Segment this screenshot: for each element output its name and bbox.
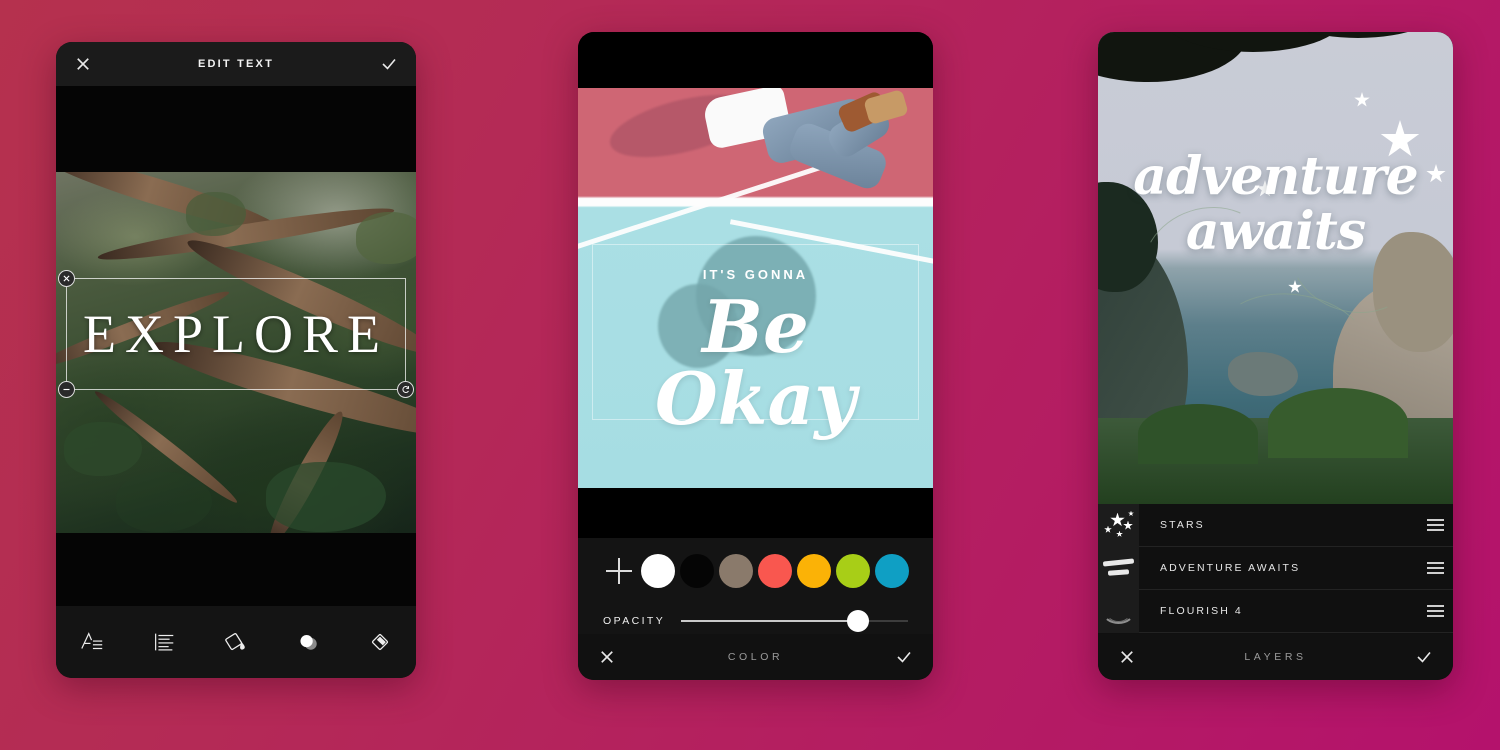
drag-handle-icon[interactable]: [1417, 605, 1453, 617]
opacity-control: OPACITY: [578, 588, 933, 632]
layer-row-stars[interactable]: STARS: [1098, 503, 1453, 547]
eraser-icon[interactable]: [344, 629, 416, 655]
layer-name: FLOURISH 4: [1160, 605, 1243, 617]
color-editor-canvas[interactable]: IT'S GONNA Be Okay: [578, 32, 933, 538]
text-tools-toolbar: [56, 606, 416, 678]
lettering-top-text: IT'S GONNA: [702, 267, 809, 282]
phone-color-editor: IT'S GONNA Be Okay OPACITY COLOR: [578, 32, 933, 680]
script-line-2: awaits: [1185, 201, 1366, 263]
swatch-white[interactable]: [641, 554, 676, 588]
swatch-amber[interactable]: [796, 554, 831, 588]
align-left-icon[interactable]: [128, 629, 200, 655]
drag-handle-icon[interactable]: [1417, 562, 1453, 574]
phone-layers-editor: adventure awaits STARS ADVENTURE AWAITS: [1098, 32, 1453, 680]
color-panel: OPACITY: [578, 538, 933, 634]
check-icon[interactable]: [1415, 648, 1433, 666]
swatch-taupe[interactable]: [719, 554, 754, 588]
color-swatch-row: [578, 538, 933, 588]
swatch-lime[interactable]: [835, 554, 870, 588]
script-thumbnail: [1098, 546, 1139, 590]
text-layer-selection-box[interactable]: EXPLORE: [58, 270, 414, 398]
close-icon[interactable]: [1118, 648, 1136, 666]
check-icon[interactable]: [895, 648, 913, 666]
paint-bucket-icon[interactable]: [200, 629, 272, 655]
layers-footer: LAYERS: [1098, 634, 1453, 680]
canvas-script-text: adventure awaits: [1098, 146, 1453, 263]
layers-editor-canvas[interactable]: adventure awaits: [1098, 32, 1453, 504]
lettering-script-text: Be Okay: [654, 284, 857, 441]
plus-icon: [606, 558, 633, 584]
stars-thumbnail: [1098, 503, 1139, 547]
close-icon[interactable]: [598, 648, 616, 666]
edit-text-canvas[interactable]: EXPLORE: [56, 86, 416, 606]
slider-knob[interactable]: [847, 610, 870, 632]
swatch-teal[interactable]: [874, 554, 909, 588]
swatch-black[interactable]: [680, 554, 715, 588]
phone-edit-text: EDIT TEXT EXPLORE: [56, 42, 416, 678]
footer-title: LAYERS: [1244, 651, 1307, 663]
drag-handle-icon[interactable]: [1417, 519, 1453, 531]
edit-text-header: EDIT TEXT: [56, 42, 416, 86]
resize-rotate-handle[interactable]: [397, 381, 414, 398]
slider-fill: [681, 620, 859, 622]
opacity-label: OPACITY: [603, 615, 666, 627]
layer-name: ADVENTURE AWAITS: [1160, 562, 1301, 574]
coast-photo: adventure awaits: [1098, 32, 1453, 504]
page-title: EDIT TEXT: [197, 58, 275, 70]
add-color-button[interactable]: [600, 558, 639, 584]
layer-name: STARS: [1160, 519, 1205, 531]
flourish-thumbnail: [1098, 589, 1139, 633]
layer-row-flourish-4[interactable]: FLOURISH 4: [1098, 589, 1453, 633]
check-icon[interactable]: [380, 55, 398, 73]
close-icon[interactable]: [74, 55, 92, 73]
swatch-coral[interactable]: [757, 554, 792, 588]
layers-list: STARS ADVENTURE AWAITS FLOURISH 4: [1098, 503, 1453, 634]
lettering-selection-box[interactable]: IT'S GONNA Be Okay: [592, 244, 919, 435]
footer-title: COLOR: [727, 651, 784, 663]
opacity-circles-icon[interactable]: [272, 629, 344, 655]
duplicate-layer-handle[interactable]: [58, 381, 75, 398]
delete-layer-handle[interactable]: [58, 270, 75, 287]
opacity-slider[interactable]: [681, 610, 908, 632]
color-footer: COLOR: [578, 634, 933, 680]
text-layer-value: EXPLORE: [83, 304, 389, 364]
layer-row-adventure-awaits[interactable]: ADVENTURE AWAITS: [1098, 546, 1453, 590]
font-icon[interactable]: [56, 629, 128, 655]
script-line-1: adventure: [1133, 146, 1418, 207]
